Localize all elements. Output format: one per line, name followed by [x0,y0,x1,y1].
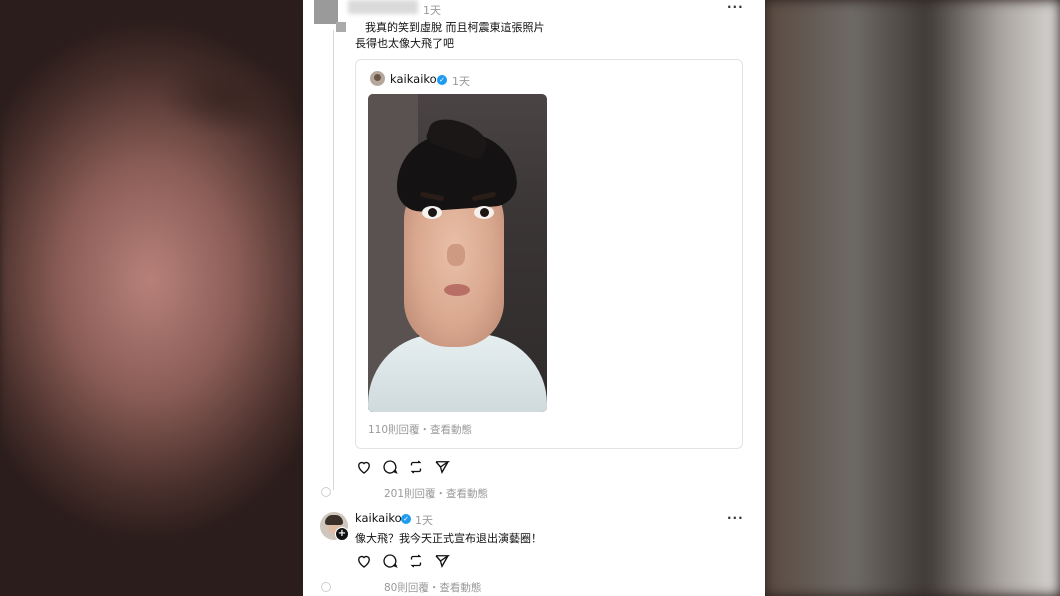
quoted-username[interactable]: kaikaiko [390,72,437,86]
more-options-button[interactable]: ··· [727,0,744,14]
photo-eye-right [474,206,494,219]
verified-badge-icon: ✓ [401,514,411,524]
quoted-avatar[interactable] [370,71,385,86]
quoted-stats[interactable]: 110則回覆・查看動態 [368,422,472,437]
comment-text-line2: 長得也太像大飛了吧 [355,37,454,50]
reply-username[interactable]: kaikaiko [355,511,402,525]
share-icon[interactable] [433,458,451,476]
comment-stats[interactable]: 201則回覆・查看動態 [384,486,488,501]
blurred-username [348,0,418,14]
reply-text: 像大飛？我今天正式宣布退出演藝圈！ [355,532,542,545]
reply-indicator [321,487,331,497]
repost-icon[interactable] [407,552,425,570]
more-options-button[interactable]: ··· [727,511,744,525]
blurred-background-left [0,0,303,596]
share-icon[interactable] [433,552,451,570]
blurred-avatar-badge [336,22,346,32]
quoted-post[interactable]: kaikaiko ✓ 1天 110則回覆・查看動態 [355,59,743,449]
blurred-avatar [314,0,338,24]
threads-post-panel: 1天 ··· 我真的笑到虛脫 而且柯震東這張照片 長得也太像大飛了吧 kaika… [303,0,765,596]
heart-icon[interactable] [355,552,373,570]
verified-badge-icon: ✓ [437,75,447,85]
photo-eye-left [422,206,442,219]
reply-indicator [321,582,331,592]
comment-time: 1天 [423,4,441,17]
comment-icon[interactable] [381,552,399,570]
photo-nose [447,244,465,266]
comment-text-line1: 我真的笑到虛脫 而且柯震東這張照片 [365,21,545,34]
comment-icon[interactable] [381,458,399,476]
quoted-time: 1天 [452,75,470,88]
quoted-photo[interactable] [368,94,547,412]
photo-mouth [444,284,470,296]
reply-stats[interactable]: 80則回覆・查看動態 [384,580,481,595]
blurred-background-right [765,0,1060,596]
reply-time: 1天 [415,514,433,527]
heart-icon[interactable] [355,458,373,476]
follow-plus-icon[interactable]: + [335,527,349,541]
thread-line [333,30,334,490]
repost-icon[interactable] [407,458,425,476]
